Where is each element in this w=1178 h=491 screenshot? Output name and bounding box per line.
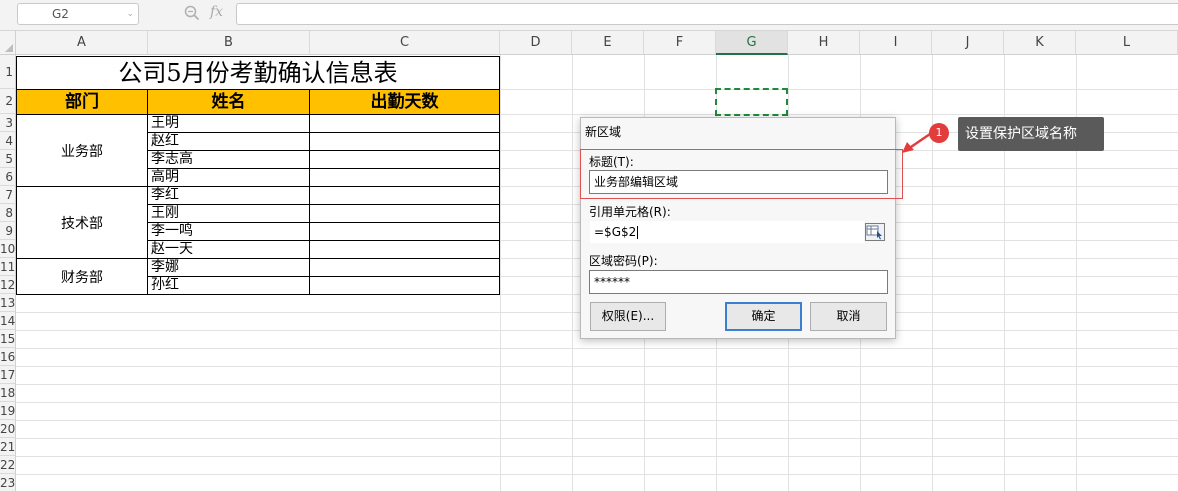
gridline (16, 402, 1178, 403)
row-header-17[interactable]: 17 (0, 366, 16, 384)
column-header-i[interactable]: I (860, 31, 932, 55)
name-cell[interactable]: 赵一天 (148, 241, 310, 259)
gridline (16, 420, 1178, 421)
name-box[interactable]: G2 ⌄ (17, 3, 139, 25)
name-cell[interactable]: 李志高 (148, 151, 310, 169)
row-header-12[interactable]: 12 (0, 276, 16, 294)
row-header-1[interactable]: 1 (0, 55, 16, 89)
select-all-corner[interactable] (0, 31, 16, 55)
days-cell[interactable] (310, 115, 500, 133)
dept-cell[interactable]: 业务部 (16, 115, 148, 187)
row-header-5[interactable]: 5 (0, 150, 16, 168)
gridline (500, 55, 501, 491)
row-header-3[interactable]: 3 (0, 114, 16, 132)
gridline (16, 474, 1178, 475)
ref-input-value: =$G$2 (594, 225, 637, 239)
days-cell[interactable] (310, 205, 500, 223)
row-header-23[interactable]: 23 (0, 474, 16, 491)
days-cell[interactable] (310, 151, 500, 169)
ref-label: 引用单元格(R): (589, 205, 671, 219)
header-days[interactable]: 出勤天数 (309, 89, 500, 115)
gridline (572, 55, 573, 491)
name-cell[interactable]: 高明 (148, 169, 310, 187)
annotation-highlight-box (580, 149, 903, 199)
range-picker-icon[interactable] (865, 223, 885, 241)
name-cell[interactable]: 孙红 (148, 277, 310, 295)
selected-cell-g2[interactable] (715, 88, 788, 116)
annotation-callout: 设置保护区域名称 (958, 117, 1104, 151)
name-box-value: G2 (52, 7, 69, 21)
row-header-21[interactable]: 21 (0, 438, 16, 456)
row-header-13[interactable]: 13 (0, 294, 16, 312)
column-header-j[interactable]: J (932, 31, 1004, 55)
row-header-10[interactable]: 10 (0, 240, 16, 258)
days-cell[interactable] (310, 187, 500, 205)
column-header-h[interactable]: H (788, 31, 860, 55)
annotation-badge: 1 (929, 123, 949, 143)
row-header-22[interactable]: 22 (0, 456, 16, 474)
gridline (16, 384, 1178, 385)
gridline (16, 348, 1178, 349)
gridline (16, 366, 1178, 367)
row-header-11[interactable]: 11 (0, 258, 16, 276)
name-cell[interactable]: 李红 (148, 187, 310, 205)
days-cell[interactable] (310, 223, 500, 241)
row-header-18[interactable]: 18 (0, 384, 16, 402)
cancel-button[interactable]: 取消 (810, 302, 887, 331)
column-header-d[interactable]: D (500, 31, 572, 55)
row-header-16[interactable]: 16 (0, 348, 16, 366)
formula-input[interactable] (236, 3, 1178, 25)
dept-cell[interactable]: 财务部 (16, 259, 148, 295)
password-label: 区域密码(P): (589, 254, 658, 268)
permissions-button[interactable]: 权限(E)... (590, 302, 666, 331)
row-header-7[interactable]: 7 (0, 186, 16, 204)
dialog-title: 新区域 (585, 125, 622, 139)
row-header-2[interactable]: 2 (0, 89, 16, 114)
name-cell[interactable]: 李娜 (148, 259, 310, 277)
gridline (16, 438, 1178, 439)
row-header-19[interactable]: 19 (0, 402, 16, 420)
days-cell[interactable] (310, 169, 500, 187)
name-cell[interactable]: 王明 (148, 115, 310, 133)
days-cell[interactable] (310, 133, 500, 151)
table-title[interactable]: 公司5月份考勤确认信息表 (16, 56, 500, 89)
row-header-8[interactable]: 8 (0, 204, 16, 222)
zoom-icon[interactable] (184, 5, 200, 21)
column-header-e[interactable]: E (572, 31, 644, 55)
gridline (16, 456, 1178, 457)
column-header-l[interactable]: L (1076, 31, 1178, 55)
header-name[interactable]: 姓名 (147, 89, 310, 115)
column-header-a[interactable]: A (16, 31, 148, 55)
dept-cell[interactable]: 技术部 (16, 187, 148, 259)
row-header-4[interactable]: 4 (0, 132, 16, 150)
row-header-15[interactable]: 15 (0, 330, 16, 348)
ref-input[interactable]: =$G$2 (589, 220, 865, 244)
column-header-c[interactable]: C (310, 31, 500, 55)
text-cursor (637, 226, 639, 239)
column-header-f[interactable]: F (644, 31, 716, 55)
ok-button[interactable]: 确定 (725, 302, 802, 331)
password-input[interactable]: ****** (589, 270, 888, 294)
days-cell[interactable] (310, 277, 500, 295)
days-cell[interactable] (310, 241, 500, 259)
gridline (932, 55, 933, 491)
name-cell[interactable]: 李一鸣 (148, 223, 310, 241)
chevron-down-icon[interactable]: ⌄ (126, 4, 134, 24)
row-header-14[interactable]: 14 (0, 312, 16, 330)
days-cell[interactable] (310, 259, 500, 277)
name-cell[interactable]: 王刚 (148, 205, 310, 223)
header-dept[interactable]: 部门 (16, 89, 148, 115)
formula-bar: G2 ⌄ fx (0, 0, 1178, 31)
row-header-6[interactable]: 6 (0, 168, 16, 186)
name-cell[interactable]: 赵红 (148, 133, 310, 151)
column-header-k[interactable]: K (1004, 31, 1076, 55)
row-header-20[interactable]: 20 (0, 420, 16, 438)
fx-icon[interactable]: fx (210, 4, 223, 20)
row-header-9[interactable]: 9 (0, 222, 16, 240)
column-header-g[interactable]: G (716, 31, 788, 55)
column-header-b[interactable]: B (148, 31, 310, 55)
